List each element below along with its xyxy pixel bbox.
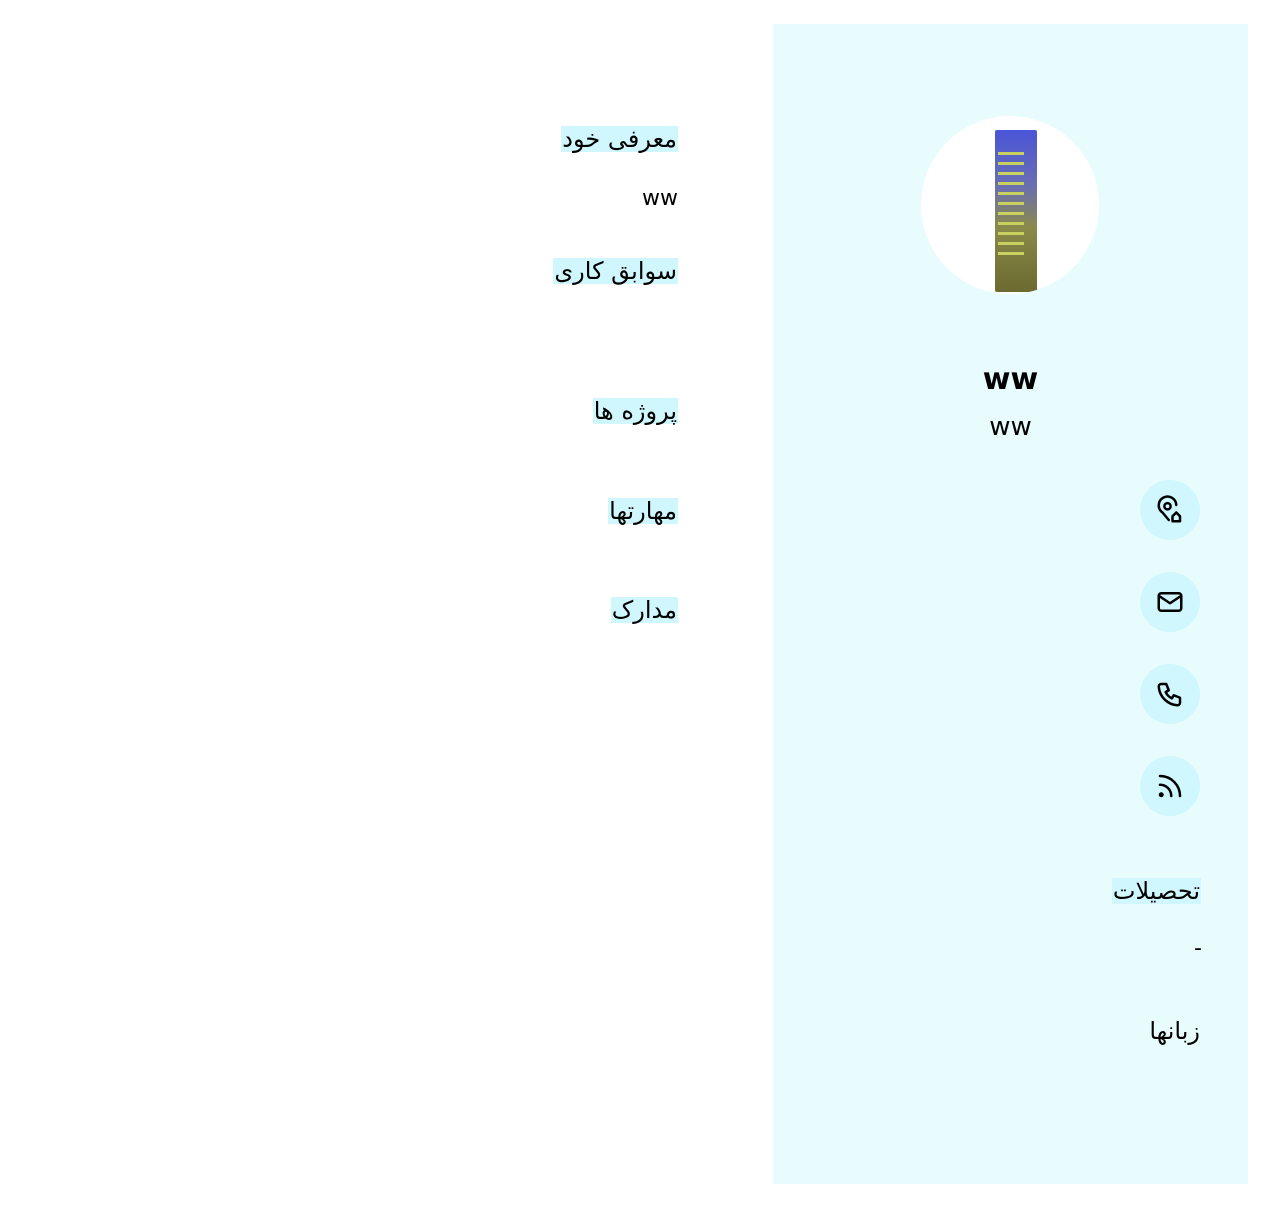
rss-icon — [1158, 774, 1182, 798]
profile-job-title: ww — [989, 412, 1032, 442]
projects-heading: پروژه ها — [592, 397, 678, 425]
certificates-heading: مدارک — [610, 596, 678, 624]
phone-button[interactable] — [1140, 664, 1200, 724]
profile-sidebar: ww ww تحصیلات - زبانها — [773, 24, 1248, 1184]
education-value: - — [1194, 936, 1202, 961]
experience-heading: سوابق کاری — [553, 257, 678, 285]
profile-name: ww — [982, 362, 1039, 397]
about-value: ww — [642, 186, 678, 211]
education-heading: تحصیلات — [1111, 877, 1201, 905]
mail-icon — [1157, 592, 1183, 612]
location-button[interactable] — [1140, 480, 1200, 540]
skills-heading: مهارتها — [608, 497, 678, 525]
website-button[interactable] — [1140, 756, 1200, 816]
about-heading: معرفی خود — [561, 125, 678, 153]
profile-photo — [995, 130, 1037, 292]
email-button[interactable] — [1140, 572, 1200, 632]
location-home-icon — [1157, 495, 1182, 523]
avatar — [921, 116, 1099, 294]
phone-icon — [1157, 682, 1182, 707]
languages-heading: زبانها — [1149, 1017, 1200, 1045]
